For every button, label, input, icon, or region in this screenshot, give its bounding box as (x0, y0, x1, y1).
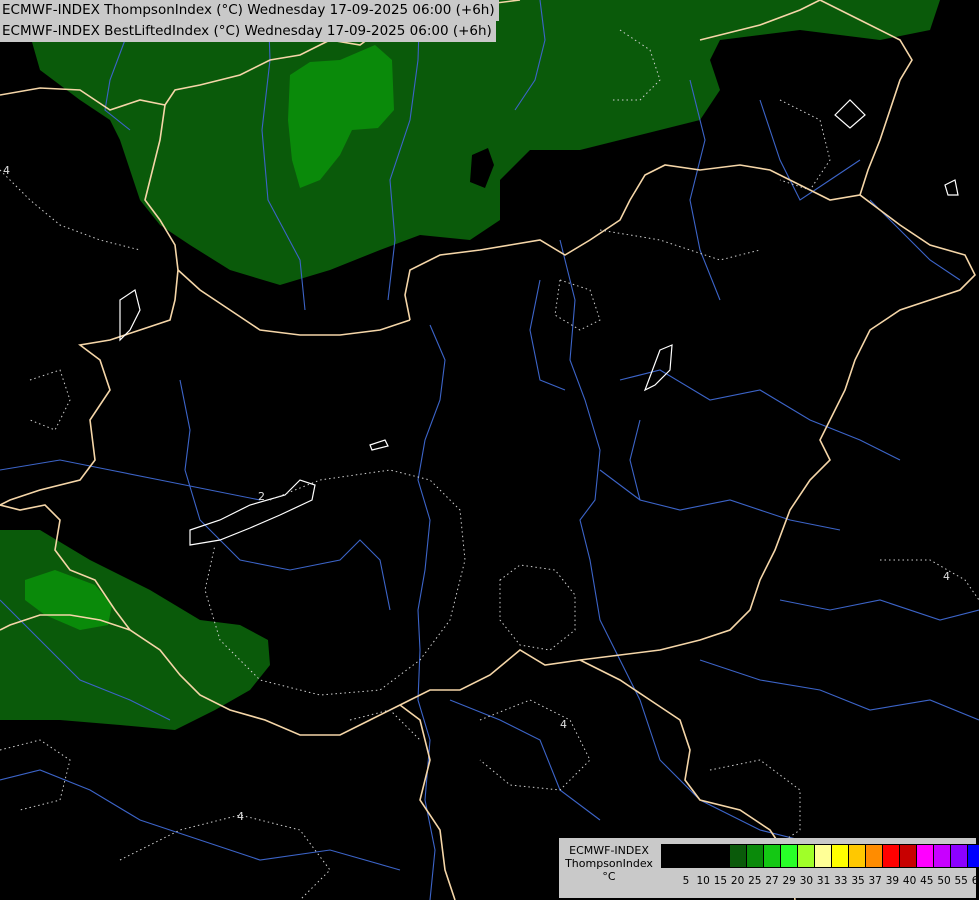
contour-label: 4 (237, 810, 244, 823)
legend-swatch (917, 845, 934, 867)
legend-swatch (815, 845, 832, 867)
legend-swatch (679, 845, 696, 867)
legend-swatch (849, 845, 866, 867)
legend-swatch (713, 845, 730, 867)
legend-swatch (798, 845, 815, 867)
map-title-bestlifted: ECMWF-INDEX BestLiftedIndex (°C) Wednesd… (0, 21, 496, 42)
legend-source: ECMWF-INDEX (569, 844, 649, 857)
legend-swatch (747, 845, 764, 867)
legend-swatch (883, 845, 900, 867)
legend-swatch (696, 845, 713, 867)
weather-map: 4 2 4 4 4 (0, 0, 979, 900)
contour-label: 4 (560, 718, 567, 731)
legend-label: ECMWF-INDEX ThompsonIndex °C (561, 844, 657, 883)
legend-swatch (951, 845, 968, 867)
legend-swatch (832, 845, 849, 867)
legend-swatch (781, 845, 798, 867)
legend-parameter: ThompsonIndex (565, 857, 653, 870)
legend-swatches (661, 844, 979, 868)
legend-swatch (934, 845, 951, 867)
legend-swatch (764, 845, 781, 867)
contour-label: 4 (3, 164, 10, 177)
map-title-thompson: ECMWF-INDEX ThompsonIndex (°C) Wednesday… (0, 0, 499, 21)
legend-unit: °C (602, 870, 616, 883)
legend-swatch (866, 845, 883, 867)
contour-label: 2 (258, 490, 265, 503)
legend-swatch (968, 845, 979, 867)
legend-tick: 60 (971, 875, 979, 887)
legend-swatch (900, 845, 917, 867)
contour-label: 4 (943, 570, 950, 583)
legend-swatch (730, 845, 747, 867)
color-legend: ECMWF-INDEX ThompsonIndex °C 5 10 15 20 25 27… (559, 838, 979, 898)
legend-swatch (662, 845, 679, 867)
